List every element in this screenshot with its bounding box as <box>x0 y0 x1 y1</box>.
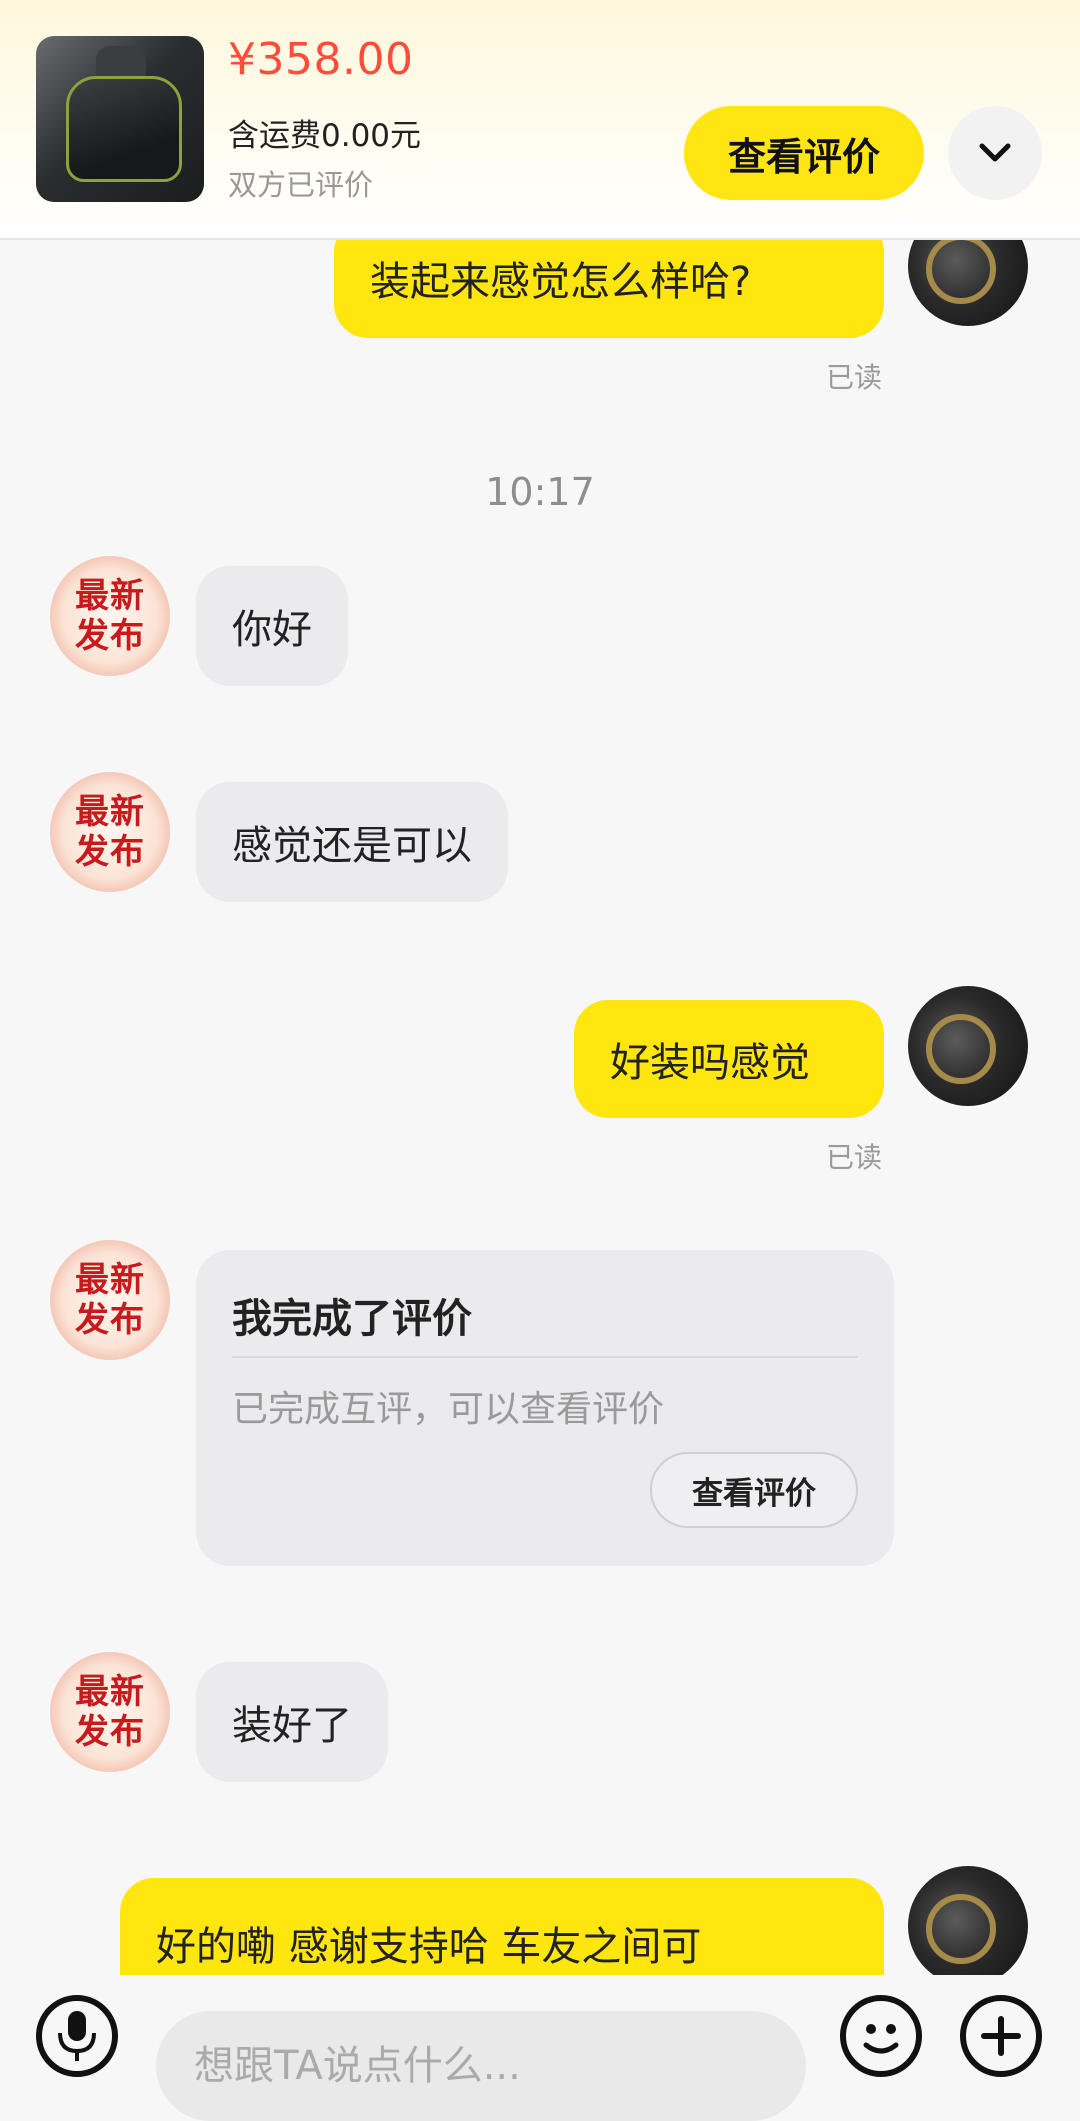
my-avatar[interactable] <box>908 1866 1028 1975</box>
chevron-down-icon <box>979 143 1011 162</box>
seller-avatar[interactable]: 最新 发布 <box>50 772 170 892</box>
seller-avatar[interactable]: 最新 发布 <box>50 556 170 676</box>
divider <box>232 1356 858 1358</box>
message-input[interactable]: 想跟TA说点什么... <box>156 2011 806 2121</box>
message-bubble-outgoing[interactable]: 好的嘞 感谢支持哈 车友之间可 <box>120 1878 884 1975</box>
seller-avatar-text: 发布 <box>75 1300 145 1340</box>
message-bubble-incoming[interactable]: 装好了 <box>196 1662 388 1782</box>
review-complete-card[interactable]: 我完成了评价 已完成互评，可以查看评价 查看评价 <box>196 1250 894 1566</box>
message-bubble-incoming[interactable]: 你好 <box>196 566 348 686</box>
emoji-icon <box>863 2024 899 2054</box>
message-text: 装好了 <box>232 1703 352 1749</box>
read-receipt: 已读 <box>826 361 883 394</box>
seller-avatar[interactable]: 最新 发布 <box>50 1240 170 1360</box>
product-price: ¥358.00 <box>228 34 414 85</box>
message-text: 你好 <box>232 607 312 653</box>
message-bubble-incoming[interactable]: 感觉还是可以 <box>196 782 508 902</box>
seller-avatar-text: 最新 <box>75 1672 145 1712</box>
message-input-placeholder: 想跟TA说点什么... <box>194 2043 521 2089</box>
product-header: ¥358.00 含运费0.00元 双方已评价 查看评价 <box>0 0 1080 240</box>
review-card-title: 我完成了评价 <box>232 1296 472 1342</box>
review-status: 双方已评价 <box>228 168 374 202</box>
timestamp: 10:17 <box>485 470 595 514</box>
seller-avatar-text: 最新 <box>75 1260 145 1300</box>
seller-avatar-text: 最新 <box>75 792 145 832</box>
seller-avatar[interactable]: 最新 发布 <box>50 1652 170 1772</box>
message-text: 感觉还是可以 <box>232 823 472 869</box>
chat-area: 装起来感觉怎么样哈? 已读 10:17 最新 发布 你好 最新 发布 感觉还是可… <box>0 0 1080 1975</box>
read-receipt: 已读 <box>826 1141 883 1174</box>
voice-button[interactable] <box>36 1995 118 2077</box>
seller-avatar-text: 发布 <box>75 1712 145 1752</box>
input-bar: 想跟TA说点什么... <box>0 1975 1080 2121</box>
message-text: 好的嘞 感谢支持哈 车友之间可 <box>156 1924 702 1970</box>
product-thumbnail[interactable] <box>36 36 204 202</box>
collapse-button[interactable] <box>948 106 1042 200</box>
shipping-info: 含运费0.00元 <box>228 118 422 154</box>
seller-avatar-text: 发布 <box>75 832 145 872</box>
plus-icon <box>981 2016 1021 2056</box>
message-text: 好装吗感觉 <box>610 1040 810 1086</box>
my-avatar[interactable] <box>908 986 1028 1106</box>
review-card-description: 已完成互评，可以查看评价 <box>232 1389 665 1430</box>
seller-avatar-text: 最新 <box>75 576 145 616</box>
microphone-icon <box>58 2011 96 2061</box>
emoji-button[interactable] <box>840 1995 922 2077</box>
view-review-button[interactable]: 查看评价 <box>684 106 924 200</box>
seller-avatar-text: 发布 <box>75 616 145 656</box>
message-bubble-outgoing[interactable]: 好装吗感觉 <box>574 1000 884 1118</box>
more-button[interactable] <box>960 1995 1042 2077</box>
message-text: 装起来感觉怎么样哈? <box>370 259 752 305</box>
view-review-card-button[interactable]: 查看评价 <box>650 1452 858 1528</box>
